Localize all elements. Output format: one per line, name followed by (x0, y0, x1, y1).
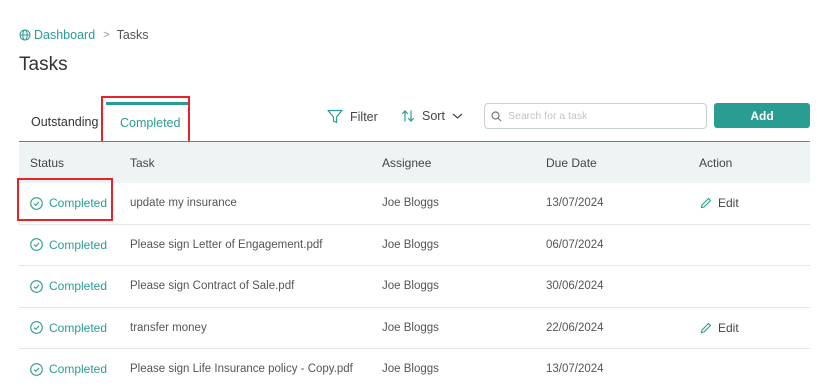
pencil-icon (700, 197, 712, 209)
tasks-table: Status Task Assignee Due Date Action Com… (19, 141, 810, 389)
breadcrumb-separator: > (103, 29, 110, 41)
breadcrumb-dashboard-link[interactable]: Dashboard (19, 28, 95, 42)
status-completed: Completed (30, 321, 107, 335)
task-tabs: Outstanding Completed (19, 102, 190, 142)
status-label: Completed (49, 320, 108, 335)
search-icon (491, 110, 502, 121)
column-header-assignee: Assignee (382, 155, 432, 170)
tab-completed[interactable]: Completed (106, 102, 190, 142)
status-label: Completed (49, 196, 108, 211)
sort-icon (401, 110, 415, 122)
edit-label: Edit (718, 196, 739, 211)
globe-icon (19, 29, 31, 41)
column-header-due-date: Due Date (546, 155, 597, 170)
task-due-date: 30/06/2024 (546, 280, 604, 293)
search-field[interactable] (484, 103, 707, 129)
filter-icon (327, 109, 343, 124)
filter-button[interactable]: Filter (327, 109, 378, 124)
task-assignee: Joe Bloggs (382, 238, 439, 251)
edit-button[interactable]: Edit (700, 321, 739, 335)
table-row[interactable]: Completed update my insurance Joe Bloggs… (19, 183, 810, 225)
task-name: update my insurance (130, 197, 237, 210)
check-circle-icon (30, 196, 43, 210)
column-header-action: Action (699, 155, 733, 170)
status-completed: Completed (30, 238, 107, 252)
edit-button[interactable]: Edit (700, 196, 739, 210)
status-label: Completed (49, 362, 108, 377)
pencil-icon (700, 322, 712, 333)
status-label: Completed (49, 279, 108, 294)
task-due-date: 06/07/2024 (546, 238, 604, 251)
status-label: Completed (49, 237, 108, 252)
task-name: transfer money (130, 321, 207, 334)
table-row[interactable]: Completed Please sign Letter of Engageme… (19, 225, 810, 266)
chevron-down-icon (452, 113, 463, 119)
sort-button[interactable]: Sort (401, 109, 463, 123)
status-completed: Completed (30, 362, 107, 376)
check-circle-icon (30, 362, 43, 376)
table-header: Status Task Assignee Due Date Action (19, 141, 810, 183)
breadcrumb: Dashboard > Tasks (19, 28, 149, 42)
column-header-task: Task (130, 155, 155, 170)
breadcrumb-dashboard-label[interactable]: Dashboard (34, 28, 95, 42)
check-circle-icon (30, 279, 43, 293)
table-row[interactable]: Completed transfer money Joe Bloggs 22/0… (19, 308, 810, 349)
task-name: Please sign Life Insurance policy - Copy… (130, 363, 353, 376)
task-name: Please sign Letter of Engagement.pdf (130, 238, 323, 251)
task-due-date: 13/07/2024 (546, 197, 604, 210)
task-due-date: 22/06/2024 (546, 321, 604, 334)
task-due-date: 13/07/2024 (546, 363, 604, 376)
tab-outstanding[interactable]: Outstanding (19, 102, 106, 142)
sort-label: Sort (422, 109, 445, 123)
task-name: Please sign Contract of Sale.pdf (130, 280, 295, 293)
search-input[interactable] (508, 110, 698, 122)
breadcrumb-current: Tasks (116, 28, 149, 42)
check-circle-icon (30, 238, 43, 252)
task-assignee: Joe Bloggs (382, 363, 439, 376)
add-task-button[interactable]: Add (714, 103, 810, 128)
table-row[interactable]: Completed Please sign Contract of Sale.p… (19, 266, 810, 308)
column-header-status: Status (30, 155, 65, 170)
task-assignee: Joe Bloggs (382, 280, 439, 293)
task-assignee: Joe Bloggs (382, 321, 439, 334)
edit-label: Edit (718, 320, 739, 335)
check-circle-icon (30, 321, 43, 335)
page-title: Tasks (19, 54, 68, 75)
filter-label: Filter (350, 109, 378, 124)
status-completed: Completed (30, 279, 107, 293)
status-completed: Completed (30, 196, 107, 210)
table-row[interactable]: Completed Please sign Life Insurance pol… (19, 349, 810, 389)
task-assignee: Joe Bloggs (382, 197, 439, 210)
